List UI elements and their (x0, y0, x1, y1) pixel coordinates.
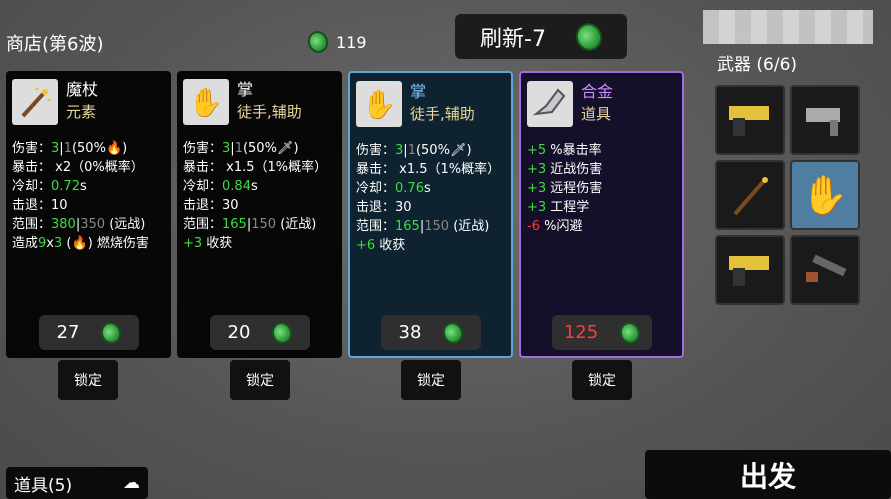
stat-cooldown: 冷却：0.76s (356, 181, 431, 196)
smg-icon (806, 108, 840, 136)
stat-line: +3 近战伤害 (527, 162, 603, 177)
lock-button[interactable]: 锁定 (401, 360, 461, 400)
taser-icon (729, 106, 769, 136)
shop-card-palm[interactable]: ✋ 掌 徒手,辅助 伤害：3|1(50%🗡) 暴击： x1.5（1%概率） 冷却… (177, 71, 342, 358)
weapon-slot[interactable] (790, 235, 860, 305)
weapons-title: 武器 (6/6) (717, 55, 798, 75)
item-type: 道具 (581, 105, 612, 123)
cloud-icon: ☁ (123, 473, 140, 493)
stat-burn: 造成9x3 (🔥) 燃烧伤害 (12, 236, 149, 251)
item-type: 徒手,辅助 (237, 103, 302, 121)
item-name: 合金 (581, 82, 614, 101)
item-name: 掌 (237, 80, 254, 99)
palm-icon: ✋ (183, 79, 229, 125)
refresh-button[interactable]: 刷新-7 (455, 14, 627, 59)
stat-range: 范围：165|150 (近战) (183, 217, 317, 232)
item-name: 魔杖 (66, 80, 99, 99)
stat-knockback: 击退：10 (12, 198, 68, 213)
wand-icon (733, 177, 768, 216)
stat-line: -6 %闪避 (527, 219, 583, 234)
stat-range: 范围：165|150 (近战) (356, 219, 490, 234)
shop-card-palm-selected[interactable]: ✋ 掌 徒手,辅助 伤害：3|1(50%🗡) 暴击： x1.5（1%概率） 冷却… (348, 71, 513, 358)
stat-line: +3 工程学 (527, 200, 590, 215)
stat-line: +5 %暴击率 (527, 143, 602, 158)
stat-crit: 暴击： x1.5（1%概率） (356, 162, 501, 177)
coin-count: 119 (336, 32, 367, 52)
lock-button[interactable]: 锁定 (572, 360, 632, 400)
stat-harvest: +3 收获 (183, 236, 233, 251)
price-tag: 20 (210, 315, 310, 350)
coin-icon (304, 28, 332, 56)
shotgun-icon (806, 254, 847, 282)
lock-button[interactable]: 锁定 (230, 360, 290, 400)
shop-title: 商店(第6波) (6, 34, 104, 55)
go-button[interactable]: 出发 (645, 450, 891, 499)
sword-icon: 🗡 (449, 143, 467, 158)
blurred-area (703, 10, 873, 44)
stat-range: 范围：380|350 (远战) (12, 217, 146, 232)
shop-card-alloy[interactable]: 合金 道具 +5 %暴击率 +3 近战伤害 +3 远程伤害 +3 工程学 -6 … (519, 71, 684, 358)
stat-crit: 暴击： x1.5（1%概率） (183, 160, 328, 175)
stat-knockback: 击退：30 (356, 200, 412, 215)
coin-icon (617, 318, 644, 347)
fire-icon: 🔥 (105, 141, 123, 156)
weapon-slot[interactable] (790, 85, 860, 155)
item-name: 掌 (410, 82, 427, 101)
alloy-icon (527, 81, 573, 127)
coin-icon (440, 318, 467, 347)
wand-icon (12, 79, 58, 125)
coin-icon (571, 18, 606, 55)
price-tag: 27 (39, 315, 139, 350)
weapon-slot-selected[interactable]: ✋ (790, 160, 860, 230)
lock-button[interactable]: 锁定 (58, 360, 118, 400)
coin-counter: 119 (304, 28, 367, 56)
stat-crit: 暴击： x2（0%概率） (12, 160, 144, 175)
stat-damage: 伤害：3|1(50%🔥) (12, 141, 128, 156)
sword-icon: 🗡 (276, 141, 294, 156)
item-type: 元素 (66, 103, 97, 121)
refresh-label: 刷新-7 (480, 26, 546, 52)
price-tag: 38 (381, 315, 481, 350)
palm-icon: ✋ (356, 81, 402, 127)
weapon-slot[interactable] (715, 235, 785, 305)
stat-cooldown: 冷却：0.84s (183, 179, 258, 194)
items-label: 道具(5) (14, 475, 73, 496)
stat-knockback: 击退：30 (183, 198, 239, 213)
weapon-slot[interactable] (715, 160, 785, 230)
items-bar[interactable]: 道具(5) ☁ (6, 467, 148, 499)
stat-cooldown: 冷却：0.72s (12, 179, 87, 194)
item-type: 徒手,辅助 (410, 105, 475, 123)
shop-card-wand[interactable]: 魔杖 元素 伤害：3|1(50%🔥) 暴击： x2（0%概率） 冷却：0.72s… (6, 71, 171, 358)
price-tag: 125 (552, 315, 652, 350)
palm-icon: ✋ (801, 172, 849, 217)
coin-icon (98, 318, 125, 347)
weapon-slot[interactable] (715, 85, 785, 155)
stat-line: +3 远程伤害 (527, 181, 603, 196)
stat-damage: 伤害：3|1(50%🗡) (356, 143, 472, 158)
coin-icon (269, 318, 296, 347)
stat-damage: 伤害：3|1(50%🗡) (183, 141, 299, 156)
taser-icon (729, 256, 769, 286)
stat-harvest: +6 收获 (356, 238, 406, 253)
fire-icon: 🔥 (71, 236, 88, 251)
